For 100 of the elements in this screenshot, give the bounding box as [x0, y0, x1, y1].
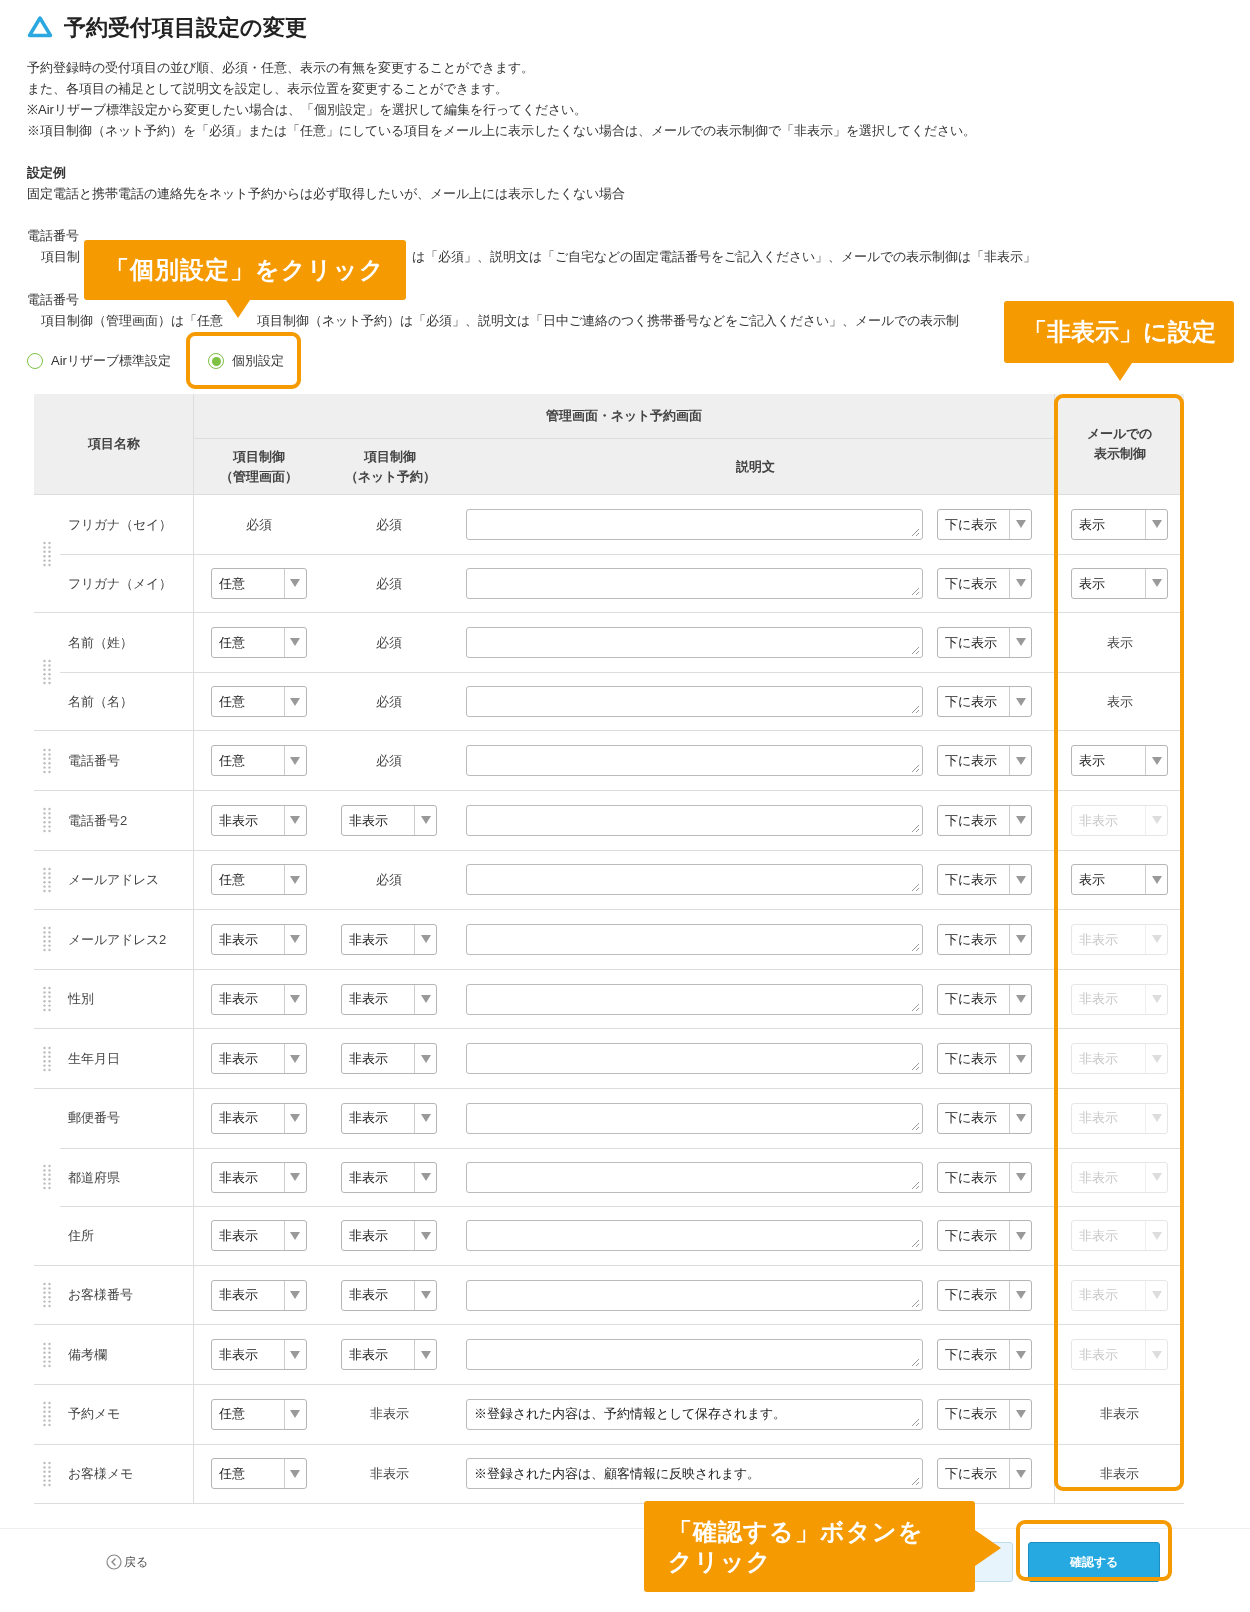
description-field[interactable]: [466, 1102, 923, 1134]
resize-grip-icon[interactable]: [911, 1239, 920, 1249]
description-field[interactable]: [466, 627, 923, 658]
drag-handle-icon[interactable]: [43, 866, 51, 893]
caret-icon: [1151, 520, 1162, 529]
resize-grip-icon[interactable]: [911, 1298, 920, 1308]
position-select[interactable]: 下に表示: [937, 864, 1032, 896]
position-select[interactable]: 下に表示: [937, 686, 1032, 718]
drag-handle-icon[interactable]: [43, 1341, 51, 1368]
caret-icon: [1015, 520, 1026, 529]
description-field[interactable]: [466, 864, 923, 896]
resize-grip-icon[interactable]: [911, 646, 920, 655]
resize-grip-icon[interactable]: [911, 527, 920, 537]
drag-handle-icon[interactable]: [43, 1460, 51, 1487]
position-select[interactable]: 下に表示: [937, 1398, 1032, 1430]
position-select[interactable]: 下に表示: [937, 983, 1032, 1015]
drag-handle-icon[interactable]: [43, 1163, 51, 1190]
radio-button[interactable]: [208, 353, 224, 369]
admin-control-select[interactable]: 任意: [210, 745, 307, 777]
resize-grip-icon[interactable]: [911, 1121, 920, 1131]
net-control-select[interactable]: 非表示: [341, 923, 437, 955]
back-link[interactable]: 戻る: [106, 1552, 148, 1571]
resize-grip-icon[interactable]: [911, 764, 920, 774]
admin-control-select[interactable]: 非表示: [210, 804, 307, 836]
field-name: お客様番号: [68, 1286, 133, 1305]
drag-handle-icon[interactable]: [43, 807, 51, 834]
drag-handle-icon[interactable]: [43, 1401, 51, 1428]
radio-button[interactable]: [27, 353, 43, 369]
position-select[interactable]: 下に表示: [937, 1279, 1032, 1311]
drag-handle-icon[interactable]: [43, 1282, 51, 1308]
description-field[interactable]: [466, 923, 923, 955]
mail-display-select[interactable]: 表示: [1071, 745, 1168, 777]
admin-control-select[interactable]: 非表示: [210, 1339, 307, 1371]
resize-grip-icon[interactable]: [911, 1062, 920, 1072]
description-field[interactable]: [466, 983, 923, 1015]
admin-control-select[interactable]: 任意: [210, 864, 307, 896]
admin-control-select[interactable]: 任意: [210, 1398, 307, 1430]
position-select[interactable]: 下に表示: [937, 804, 1032, 836]
description-field[interactable]: [466, 1279, 923, 1311]
description-field[interactable]: [466, 686, 923, 718]
description-field[interactable]: [466, 1339, 923, 1371]
net-control-select[interactable]: 非表示: [341, 1043, 437, 1075]
resize-grip-icon[interactable]: [911, 586, 920, 596]
net-control-select[interactable]: 非表示: [341, 1161, 437, 1193]
resize-grip-icon[interactable]: [911, 1180, 920, 1190]
description-field[interactable]: [466, 1043, 923, 1075]
net-control-select[interactable]: 非表示: [341, 804, 437, 836]
net-control-select[interactable]: 非表示: [341, 1220, 437, 1252]
position-select[interactable]: 下に表示: [937, 508, 1032, 540]
position-select[interactable]: 下に表示: [937, 1458, 1032, 1490]
admin-control-select[interactable]: 非表示: [210, 1161, 307, 1193]
admin-control-select[interactable]: 非表示: [210, 983, 307, 1015]
net-control-select[interactable]: 非表示: [341, 1102, 437, 1134]
description-field[interactable]: [466, 1220, 923, 1252]
drag-handle-icon[interactable]: [43, 1045, 51, 1072]
admin-control-select[interactable]: 非表示: [210, 1279, 307, 1311]
position-select[interactable]: 下に表示: [937, 923, 1032, 955]
position-select[interactable]: 下に表示: [937, 1102, 1032, 1134]
drag-handle-icon[interactable]: [43, 658, 51, 685]
admin-control-select[interactable]: 非表示: [210, 1102, 307, 1134]
description-field[interactable]: [466, 508, 923, 540]
drag-handle-icon[interactable]: [43, 926, 51, 953]
resize-grip-icon[interactable]: [911, 942, 920, 952]
drag-handle-icon[interactable]: [43, 747, 51, 774]
description-field[interactable]: [466, 804, 923, 836]
resize-grip-icon[interactable]: [911, 823, 920, 833]
drag-handle-icon[interactable]: [43, 986, 51, 1013]
description-field[interactable]: [466, 567, 923, 599]
position-select[interactable]: 下に表示: [937, 567, 1032, 599]
admin-control-select[interactable]: 非表示: [210, 1220, 307, 1252]
admin-control-select[interactable]: 非表示: [210, 1043, 307, 1075]
net-control-select[interactable]: 非表示: [341, 983, 437, 1015]
resize-grip-icon[interactable]: [911, 705, 920, 715]
position-select[interactable]: 下に表示: [937, 745, 1032, 777]
resize-grip-icon[interactable]: [911, 1417, 920, 1427]
net-control-select[interactable]: 非表示: [341, 1339, 437, 1371]
position-select[interactable]: 下に表示: [937, 1220, 1032, 1252]
admin-control-select[interactable]: 非表示: [210, 923, 307, 955]
position-select[interactable]: 下に表示: [937, 1161, 1032, 1193]
mail-display-select[interactable]: 表示: [1071, 508, 1168, 540]
admin-control-select[interactable]: 任意: [210, 1458, 307, 1490]
mail-display-select[interactable]: 表示: [1071, 567, 1168, 599]
position-select[interactable]: 下に表示: [937, 627, 1032, 658]
description-field[interactable]: ※登録された内容は、予約情報として保存されます。: [466, 1398, 923, 1430]
position-select[interactable]: 下に表示: [937, 1043, 1032, 1075]
admin-control-select[interactable]: 任意: [210, 686, 307, 718]
resize-grip-icon[interactable]: [911, 883, 920, 893]
column-header: メールでの: [1087, 425, 1152, 443]
description-field[interactable]: [466, 745, 923, 777]
net-control-select[interactable]: 非表示: [341, 1279, 437, 1311]
admin-control-select[interactable]: 任意: [210, 627, 307, 658]
admin-control-select[interactable]: 任意: [210, 567, 307, 599]
description-field[interactable]: ※登録された内容は、顧客情報に反映されます。: [466, 1458, 923, 1490]
resize-grip-icon[interactable]: [911, 1477, 920, 1487]
resize-grip-icon[interactable]: [911, 1358, 920, 1368]
mail-display-select[interactable]: 表示: [1071, 864, 1168, 896]
position-select[interactable]: 下に表示: [937, 1339, 1032, 1371]
drag-handle-icon[interactable]: [43, 540, 51, 567]
description-field[interactable]: [466, 1161, 923, 1193]
resize-grip-icon[interactable]: [911, 1002, 920, 1012]
